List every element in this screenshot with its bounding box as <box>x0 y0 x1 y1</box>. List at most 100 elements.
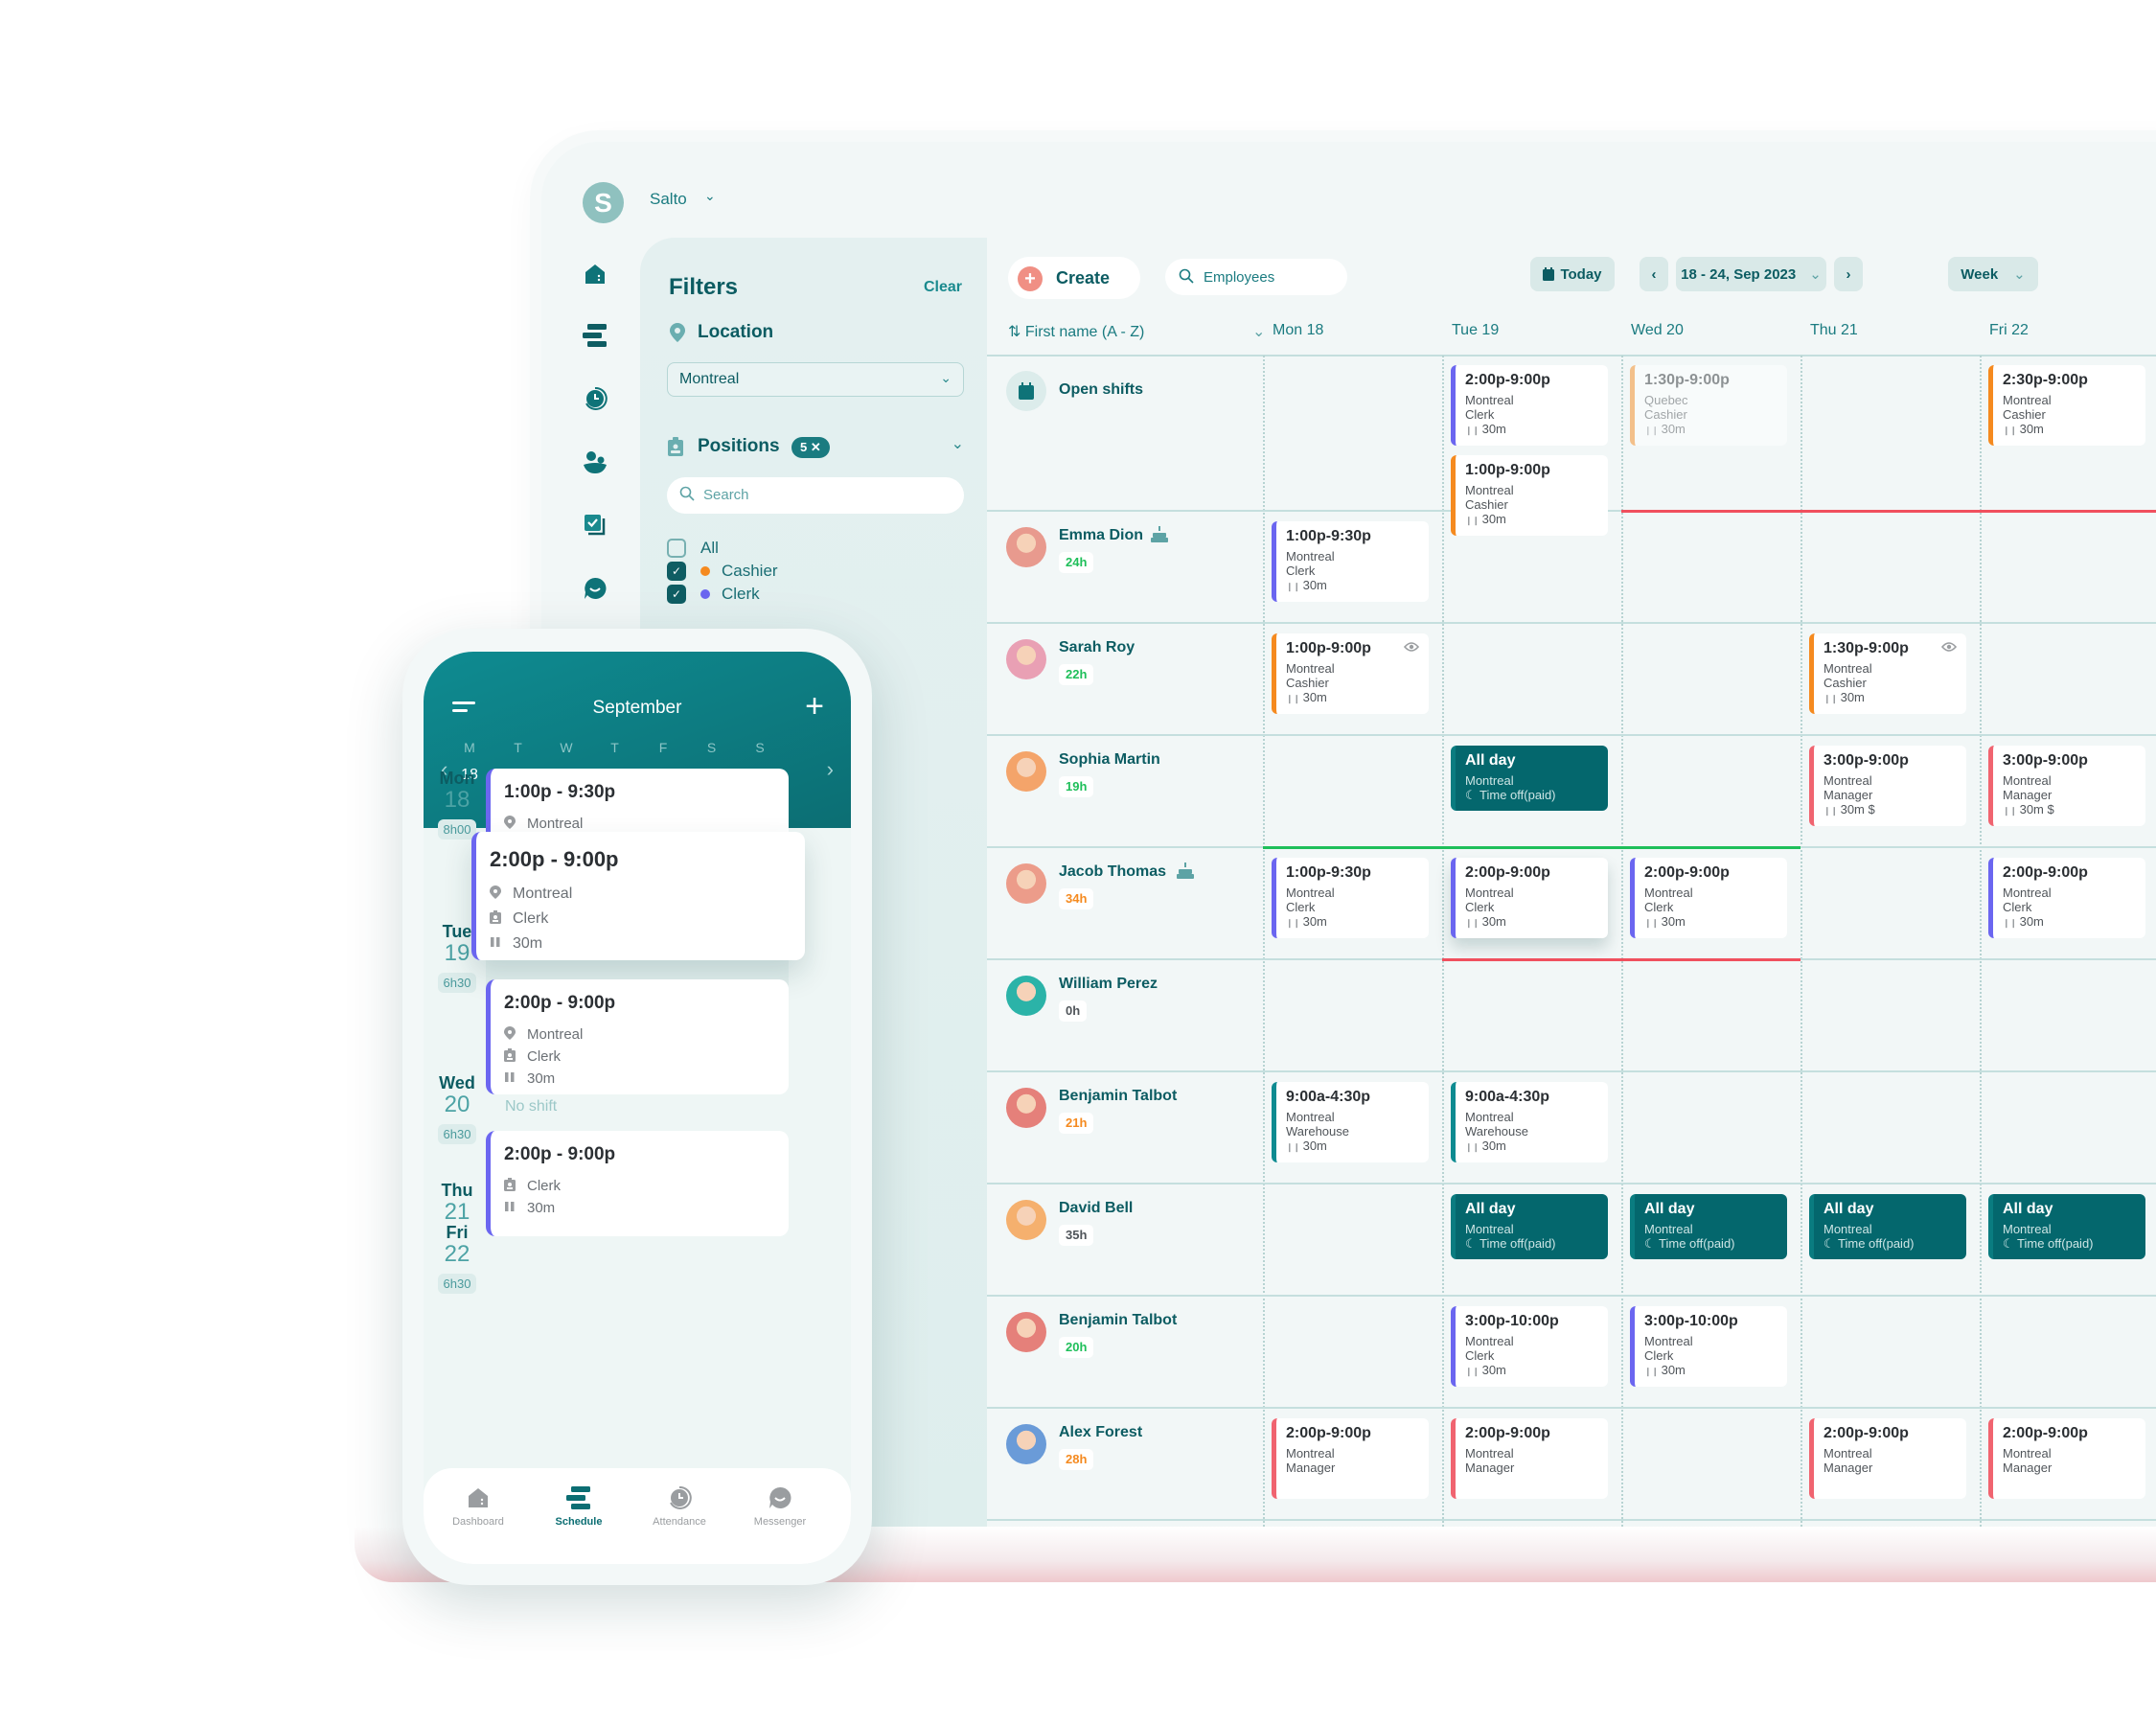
positions-section-header[interactable]: Positions 5 ✕ ⌄ <box>667 434 964 463</box>
shift-card[interactable]: 2:00p-9:00p Montreal Manager <box>1272 1418 1429 1499</box>
employee-name[interactable]: Jacob Thomas <box>1059 863 1166 881</box>
employee-avatar[interactable] <box>1006 1200 1046 1240</box>
shift-card[interactable]: 2:00p-9:00p Montreal Clerk ❙❙ 30m <box>1630 858 1787 938</box>
employee-avatar[interactable] <box>1006 527 1046 567</box>
shift-card[interactable]: 3:00p-10:00p Montreal Clerk ❙❙ 30m <box>1451 1306 1608 1387</box>
positions-search-input[interactable]: Search <box>667 477 964 514</box>
time-off-card[interactable]: All day Montreal ☾ Time off(paid) <box>1630 1194 1787 1259</box>
time-off-card[interactable]: All day Montreal ☾ Time off(paid) <box>1809 1194 1966 1259</box>
shift-card[interactable]: 2:00p-9:00p Montreal Clerk ❙❙ 30m <box>1451 365 1608 446</box>
date-range-picker[interactable]: 18 - 24, Sep 2023 ⌄ <box>1676 257 1826 291</box>
mobile-shift-card[interactable]: 2:00p - 9:00p Montreal Clerk 30m <box>486 979 789 1094</box>
create-button[interactable]: + Create <box>1008 257 1140 299</box>
nav-attendance[interactable]: Attendance <box>636 1485 722 1528</box>
sidebar-item-attendance[interactable] <box>573 377 617 421</box>
today-button[interactable]: Today <box>1530 257 1615 291</box>
shift-card[interactable]: 1:30p-9:00p Quebec Cashier ❙❙ 30m <box>1630 365 1787 446</box>
mobile-shift-card[interactable]: 2:00p - 9:00p Clerk 30m <box>486 1131 789 1236</box>
mobile-shift-card[interactable]: 2:00p - 9:00p Montreal Clerk 30m <box>471 832 805 960</box>
employees-search-input[interactable]: Employees <box>1165 259 1347 295</box>
checkbox-checked[interactable]: ✓ <box>667 585 686 604</box>
checkbox[interactable] <box>667 539 686 558</box>
shift-card[interactable]: 2:00p-9:00p Montreal Manager <box>1988 1418 2145 1499</box>
position-option-clerk[interactable]: ✓ Clerk <box>667 583 760 606</box>
shift-position: Manager <box>1286 1460 1336 1475</box>
chevron-down-icon[interactable]: ⌄ <box>704 188 716 204</box>
shift-location: Montreal <box>1644 1334 1693 1348</box>
sidebar-item-tasks[interactable] <box>573 503 617 547</box>
shift-card[interactable]: 1:00p-9:00p Montreal Cashier ❙❙ 30m <box>1272 633 1429 714</box>
employee-avatar[interactable] <box>1006 1424 1046 1464</box>
day-column-header[interactable]: Thu 21 <box>1810 322 1858 339</box>
shift-card[interactable]: 9:00a-4:30p Montreal Warehouse ❙❙ 30m <box>1272 1082 1429 1162</box>
time-off-card[interactable]: All day Montreal ☾ Time off(paid) <box>1451 746 1608 811</box>
shift-card[interactable]: 1:00p-9:30p Montreal Clerk ❙❙ 30m <box>1272 521 1429 602</box>
employee-name[interactable]: Benjamin Talbot <box>1059 1088 1177 1105</box>
org-name[interactable]: Salto <box>650 190 687 209</box>
sort-select[interactable]: ⇅ First name (A - Z) ⌄ <box>1008 322 1265 341</box>
shift-card[interactable]: 2:00p-9:00p Montreal Clerk ❙❙ 30m <box>1988 858 2145 938</box>
employee-avatar[interactable] <box>1006 751 1046 792</box>
employee-name[interactable]: Emma Dion <box>1059 527 1143 544</box>
shift-card[interactable]: 2:00p-9:00p Montreal Clerk ❙❙ 30m <box>1451 858 1608 938</box>
employee-name[interactable]: William Perez <box>1059 976 1158 993</box>
shift-card[interactable]: 9:00a-4:30p Montreal Warehouse ❙❙ 30m <box>1451 1082 1608 1162</box>
pause-icon <box>490 935 501 953</box>
time-off-label: Time off(paid) <box>1659 1236 1735 1251</box>
shift-card[interactable]: 2:00p-9:00p Montreal Manager <box>1809 1418 1966 1499</box>
view-mode-select[interactable]: Week ⌄ <box>1948 257 2038 291</box>
shift-time: 1:00p-9:00p <box>1465 462 1550 478</box>
next-week-button[interactable]: › <box>1834 257 1863 291</box>
positions-count-badge[interactable]: 5 ✕ <box>791 437 830 458</box>
shift-card[interactable]: 3:00p-10:00p Montreal Clerk ❙❙ 30m <box>1630 1306 1787 1387</box>
position-option-all[interactable]: All <box>667 537 719 560</box>
search-icon <box>679 486 695 501</box>
employee-name[interactable]: Benjamin Talbot <box>1059 1312 1177 1329</box>
shift-card[interactable]: 2:00p-9:00p Montreal Manager <box>1451 1418 1608 1499</box>
day-column-header[interactable]: Wed 20 <box>1631 322 1684 339</box>
shift-position: Manager <box>1823 1460 1873 1475</box>
schedule-grid: Open shifts 2:00p-9:00p Montreal Clerk ❙❙ 30… <box>987 356 2156 1527</box>
shift-card[interactable]: 2:30p-9:00p Montreal Cashier ❙❙ 30m <box>1988 365 2145 446</box>
employee-name[interactable]: Sophia Martin <box>1059 751 1160 769</box>
employee-avatar[interactable] <box>1006 1312 1046 1352</box>
day-column-header[interactable]: Mon 18 <box>1273 322 1323 339</box>
nav-dashboard[interactable]: Dashboard <box>435 1485 521 1528</box>
checkbox-checked[interactable]: ✓ <box>667 562 686 581</box>
shift-card[interactable]: 1:00p-9:30p Montreal Clerk ❙❙ 30m <box>1272 858 1429 938</box>
location-select[interactable]: Montreal ⌄ <box>667 362 964 397</box>
employee-avatar[interactable] <box>1006 863 1046 904</box>
shift-location: Montreal <box>527 1026 584 1043</box>
employee-name[interactable]: David Bell <box>1059 1200 1133 1217</box>
day-column-header[interactable]: Fri 22 <box>1989 322 2029 339</box>
nav-schedule[interactable]: Schedule <box>536 1485 622 1528</box>
sidebar-item-employees[interactable] <box>573 440 617 484</box>
nav-messenger[interactable]: Messenger <box>737 1485 823 1528</box>
create-button-label: Create <box>1056 268 1111 288</box>
day-column-header[interactable]: Tue 19 <box>1452 322 1499 339</box>
time-off-card[interactable]: All day Montreal ☾ Time off(paid) <box>1988 1194 2145 1259</box>
org-avatar[interactable]: S <box>583 182 624 223</box>
next-week-arrow[interactable]: › <box>827 757 834 782</box>
add-shift-button[interactable]: + <box>805 688 824 725</box>
shift-position: Manager <box>2003 1460 2053 1475</box>
clear-filters-button[interactable]: Clear <box>924 279 962 296</box>
previous-week-button[interactable]: ‹ <box>1640 257 1668 291</box>
shift-card[interactable]: 3:00p-9:00p Montreal Manager ❙❙ 30m $ <box>1809 746 1966 826</box>
week-day-letter: M <box>464 740 475 755</box>
shift-card[interactable]: 3:00p-9:00p Montreal Manager ❙❙ 30m $ <box>1988 746 2145 826</box>
sidebar-item-dashboard[interactable] <box>573 252 617 296</box>
sidebar-item-messenger[interactable] <box>573 566 617 610</box>
employee-name[interactable]: Alex Forest <box>1059 1424 1142 1441</box>
employee-avatar[interactable] <box>1006 639 1046 679</box>
time-off-card[interactable]: All day Montreal ☾ Time off(paid) <box>1451 1194 1608 1259</box>
employee-avatar[interactable] <box>1006 1088 1046 1128</box>
search-icon <box>1179 268 1194 284</box>
sidebar-item-schedule[interactable] <box>573 313 617 357</box>
employee-avatar[interactable] <box>1006 976 1046 1016</box>
employee-name[interactable]: Sarah Roy <box>1059 639 1135 656</box>
position-option-cashier[interactable]: ✓ Cashier <box>667 560 778 583</box>
employee-row: William Perez 0h <box>987 960 2156 1072</box>
chevron-down-icon[interactable]: ⌄ <box>952 434 964 453</box>
shift-card[interactable]: 1:30p-9:00p Montreal Cashier ❙❙ 30m <box>1809 633 1966 714</box>
